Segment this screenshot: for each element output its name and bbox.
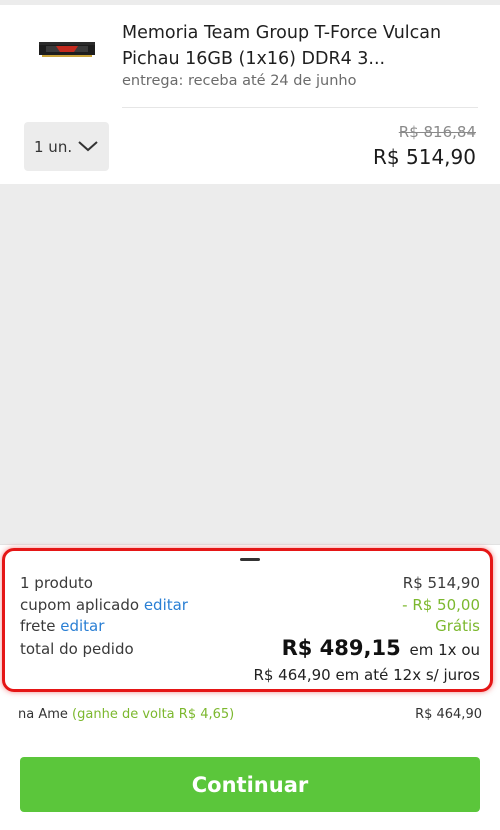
- shipping-label: frete: [20, 617, 56, 635]
- ame-cashback: (ganhe de volta R$ 4,65): [72, 707, 235, 722]
- price-old: R$ 816,84: [398, 123, 476, 141]
- chevron-down-icon: [78, 141, 98, 152]
- ame-value: R$ 464,90: [415, 707, 482, 722]
- empty-area: [0, 184, 500, 544]
- continue-button[interactable]: Continuar: [20, 757, 480, 812]
- installments-text: R$ 464,90 em até 12x s/ juros: [253, 666, 480, 684]
- quantity-value: 1 un.: [34, 137, 73, 156]
- products-label: 1 produto: [20, 574, 93, 592]
- coupon-label: cupom aplicado: [20, 596, 140, 614]
- coupon-edit-link[interactable]: editar: [144, 596, 188, 614]
- product-name[interactable]: Memoria Team Group T-Force Vulcan Pichau…: [122, 20, 472, 72]
- total-value: R$ 489,15: [281, 636, 401, 660]
- product-card: Memoria Team Group T-Force Vulcan Pichau…: [0, 0, 500, 184]
- ame-row: na Ame (ganhe de volta R$ 4,65) R$ 464,9…: [18, 707, 482, 722]
- product-image[interactable]: [38, 38, 96, 60]
- price-current: R$ 514,90: [373, 145, 476, 169]
- ame-label: na Ame: [18, 707, 68, 722]
- card-divider: [122, 107, 478, 108]
- total-label: total do pedido: [20, 640, 134, 658]
- order-summary: 1 produto R$ 514,90 cupom aplicado edita…: [0, 544, 500, 830]
- shipping-value: Grátis: [435, 617, 480, 635]
- quantity-select[interactable]: 1 un.: [24, 122, 109, 171]
- products-value: R$ 514,90: [402, 574, 480, 592]
- top-separator: [0, 0, 500, 5]
- total-suffix: em 1x ou: [409, 641, 480, 659]
- shipping-edit-link[interactable]: editar: [60, 617, 104, 635]
- coupon-value: - R$ 50,00: [402, 596, 480, 614]
- delivery-estimate: entrega: receba até 24 de junho: [122, 73, 357, 89]
